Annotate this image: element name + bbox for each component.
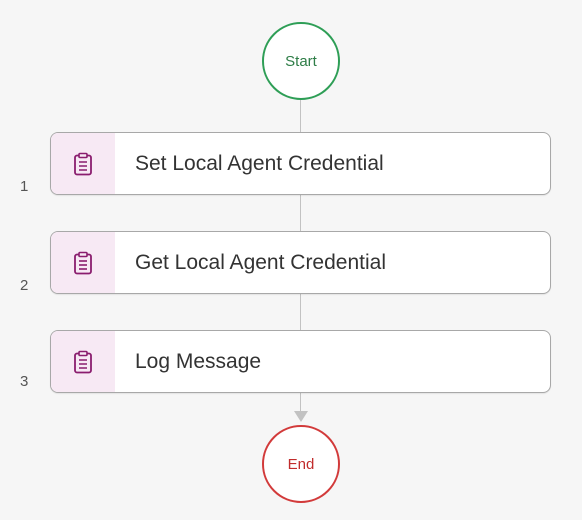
step-get-local-agent-credential[interactable]: Get Local Agent Credential [50,231,551,294]
connector-step1-step2 [300,195,301,231]
step-number: 2 [20,277,29,294]
step-number: 3 [20,373,29,390]
clipboard-icon [73,350,93,374]
connector-start-step1 [300,100,301,132]
start-label: Start [285,52,317,70]
connector-step2-step3 [300,294,301,330]
arrow-down-icon [294,411,308,422]
step-set-local-agent-credential[interactable]: Set Local Agent Credential [50,132,551,195]
clipboard-icon [73,152,93,176]
step-log-message[interactable]: Log Message [50,330,551,393]
step-label: Get Local Agent Credential [135,250,386,274]
step-icon-area [51,331,115,392]
step-label: Log Message [135,349,262,373]
start-node[interactable]: Start [262,22,340,100]
end-label: End [287,455,315,473]
end-node[interactable]: End [262,425,340,503]
step-label: Set Local Agent Credential [135,151,384,175]
step-icon-area [51,133,115,194]
flow-canvas: Start 1 Set Local Agent Credential 2 Get… [0,0,582,520]
clipboard-icon [73,251,93,275]
step-number: 1 [20,178,29,195]
connector-step3-end [300,393,301,413]
step-icon-area [51,232,115,293]
